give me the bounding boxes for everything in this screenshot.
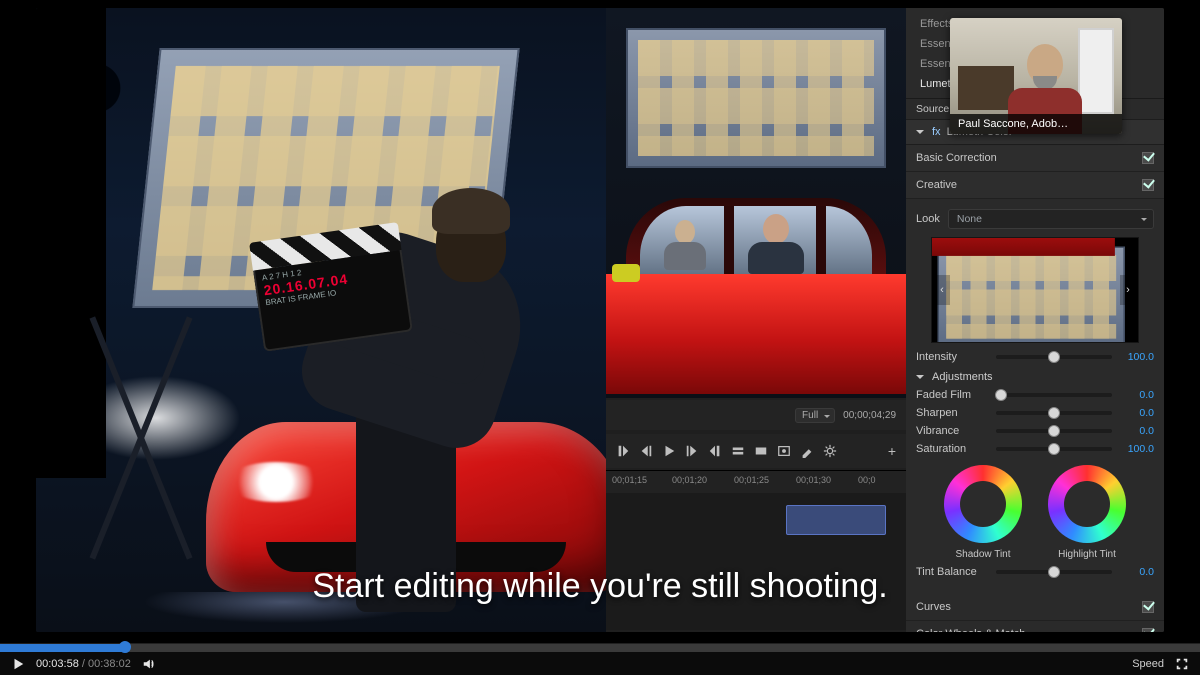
next-look-button[interactable]: › bbox=[1120, 275, 1136, 305]
mark-in-button[interactable] bbox=[616, 444, 630, 458]
look-dropdown[interactable]: None bbox=[948, 209, 1154, 229]
step-fwd-button[interactable] bbox=[685, 444, 699, 458]
transport-bar: + bbox=[606, 434, 906, 468]
look-preview: ‹ › bbox=[931, 237, 1139, 343]
mark-out-button[interactable] bbox=[708, 444, 722, 458]
disclosure-icon[interactable] bbox=[916, 375, 924, 383]
adjustments-label: Adjustments bbox=[932, 371, 993, 383]
ruler-tick: 00;01;30 bbox=[796, 475, 831, 485]
time-display: 00:03:58 / 00:38:02 bbox=[36, 658, 131, 670]
section-checkbox[interactable] bbox=[1142, 179, 1154, 191]
highlight-tint-wheel[interactable]: Highlight Tint bbox=[1048, 465, 1126, 560]
sharpen-slider[interactable]: Sharpen 0.0 bbox=[916, 407, 1154, 419]
slider-value: 0.0 bbox=[1120, 425, 1154, 437]
slider-value: 100.0 bbox=[1120, 351, 1154, 363]
video-caption: Start editing while you're still shootin… bbox=[36, 567, 1164, 606]
faded-film-slider[interactable]: Faded Film 0.0 bbox=[916, 389, 1154, 401]
section-color-wheels[interactable]: Color Wheels & Match bbox=[906, 621, 1164, 632]
monitor-fit-dropdown[interactable]: Full bbox=[795, 408, 835, 423]
step-back-button[interactable] bbox=[639, 444, 653, 458]
slider-label: Vibrance bbox=[916, 425, 988, 437]
slider-value: 100.0 bbox=[1120, 443, 1154, 455]
section-label: Basic Correction bbox=[916, 152, 997, 164]
slider-label: Sharpen bbox=[916, 407, 988, 419]
current-time: 00:03:58 bbox=[36, 658, 79, 670]
prev-look-button[interactable]: ‹ bbox=[934, 275, 950, 305]
timeline-panel[interactable]: 00;01;15 00;01;20 00;01;25 00;01;30 00;0 bbox=[606, 470, 906, 630]
insert-button[interactable] bbox=[731, 444, 745, 458]
duration: 00:38:02 bbox=[88, 658, 131, 670]
ruler-tick: 00;01;25 bbox=[734, 475, 769, 485]
section-basic-correction[interactable]: Basic Correction bbox=[906, 145, 1164, 172]
tool-button[interactable] bbox=[800, 444, 814, 458]
program-monitor bbox=[606, 8, 906, 398]
section-checkbox[interactable] bbox=[1142, 628, 1154, 632]
timeline-ruler[interactable]: 00;01;15 00;01;20 00;01;25 00;01;30 00;0 bbox=[606, 471, 906, 493]
seek-bar[interactable] bbox=[0, 644, 1200, 652]
overwrite-button[interactable] bbox=[754, 444, 768, 458]
wheel-label: Highlight Tint bbox=[1048, 549, 1126, 560]
section-creative[interactable]: Creative bbox=[906, 172, 1164, 199]
clapperboard: A 2 7 H 1 2 20.16.07.04 BRAT IS FRAME IO bbox=[249, 222, 413, 352]
video-frame: A 2 7 H 1 2 20.16.07.04 BRAT IS FRAME IO bbox=[36, 8, 1164, 632]
timeline-clip[interactable] bbox=[786, 505, 886, 535]
film-set-shot: A 2 7 H 1 2 20.16.07.04 BRAT IS FRAME IO bbox=[36, 8, 606, 632]
play-button[interactable] bbox=[10, 656, 26, 672]
section-checkbox[interactable] bbox=[1142, 152, 1154, 164]
monitor-timecode: 00;00;04;29 bbox=[843, 410, 896, 421]
ruler-tick: 00;0 bbox=[858, 475, 876, 485]
play-button[interactable] bbox=[662, 444, 676, 458]
section-label: Creative bbox=[916, 179, 957, 191]
presenter-pip: Paul Saccone, Adob… bbox=[950, 18, 1122, 134]
export-frame-button[interactable] bbox=[777, 444, 791, 458]
slider-label: Saturation bbox=[916, 443, 988, 455]
add-button[interactable]: + bbox=[888, 443, 896, 459]
slider-label: Faded Film bbox=[916, 389, 988, 401]
vibrance-slider[interactable]: Vibrance 0.0 bbox=[916, 425, 1154, 437]
shadow-tint-wheel[interactable]: Shadow Tint bbox=[944, 465, 1022, 560]
disclosure-icon[interactable] bbox=[916, 130, 924, 138]
slider-label: Intensity bbox=[916, 351, 988, 363]
saturation-slider[interactable]: Saturation 100.0 bbox=[916, 443, 1154, 455]
intensity-slider[interactable]: Intensity 100.0 bbox=[916, 351, 1154, 363]
wheel-label: Shadow Tint bbox=[944, 549, 1022, 560]
ruler-tick: 00;01;20 bbox=[672, 475, 707, 485]
look-label: Look bbox=[916, 213, 940, 225]
speed-button[interactable]: Speed bbox=[1132, 658, 1164, 670]
volume-button[interactable] bbox=[141, 656, 157, 672]
settings-button[interactable] bbox=[823, 444, 837, 458]
slider-value: 0.0 bbox=[1120, 389, 1154, 401]
video-player-bar: 00:03:58 / 00:38:02 Speed bbox=[0, 643, 1200, 675]
fullscreen-button[interactable] bbox=[1174, 656, 1190, 672]
section-label: Color Wheels & Match bbox=[916, 628, 1025, 632]
ruler-tick: 00;01;15 bbox=[612, 475, 647, 485]
slider-value: 0.0 bbox=[1120, 407, 1154, 419]
presenter-name: Paul Saccone, Adob… bbox=[950, 114, 1122, 134]
